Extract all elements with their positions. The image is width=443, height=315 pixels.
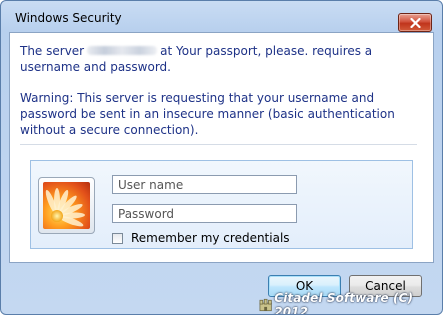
windows-security-dialog: Windows Security The server at Your passp… xyxy=(0,0,443,315)
server-message: The server at Your passport, please. requ… xyxy=(20,43,415,75)
remember-credentials-label: Remember my credentials xyxy=(131,231,290,245)
remember-credentials-option[interactable]: Remember my credentials xyxy=(112,231,290,245)
watermark: Citadel Software (C) 2012 xyxy=(259,291,442,314)
user-avatar-frame xyxy=(38,177,95,234)
redacted-server-name xyxy=(87,46,158,55)
watermark-text: Citadel Software (C) 2012 xyxy=(274,291,414,315)
content-divider xyxy=(20,144,417,145)
credential-tile: Remember my credentials xyxy=(30,160,413,249)
window-title: Windows Security xyxy=(15,11,122,25)
user-avatar-flower-icon xyxy=(43,182,90,229)
citadel-logo-icon xyxy=(259,298,272,312)
insecure-warning-message: Warning: This server is requesting that … xyxy=(20,91,395,137)
username-input[interactable] xyxy=(112,175,297,194)
close-button[interactable] xyxy=(398,13,432,32)
dialog-content: The server at Your passport, please. requ… xyxy=(9,32,434,263)
password-input[interactable] xyxy=(112,204,297,223)
server-message-prefix: The server xyxy=(20,44,85,58)
close-icon xyxy=(409,17,421,28)
title-bar[interactable]: Windows Security xyxy=(1,1,442,33)
remember-credentials-checkbox[interactable] xyxy=(112,232,123,244)
